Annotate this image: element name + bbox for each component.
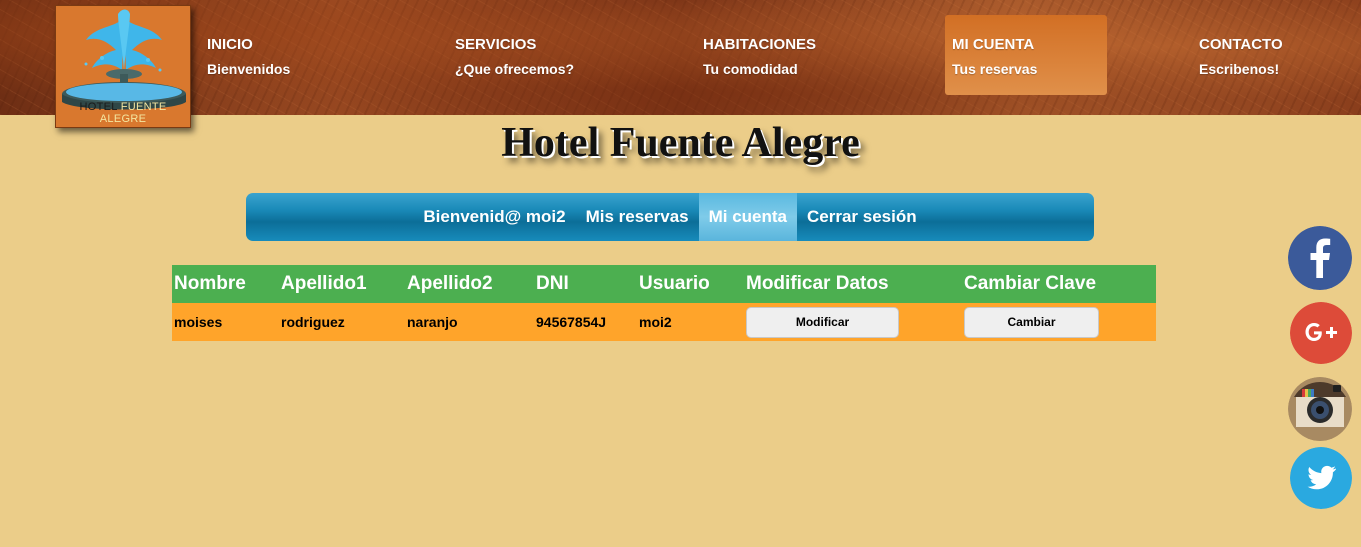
nav-title: HABITACIONES <box>703 36 817 53</box>
cell-apellido1: rodriguez <box>279 303 405 341</box>
twitter-icon[interactable] <box>1290 447 1352 509</box>
nav-item-servicios[interactable]: SERVICIOS ¿Que ofrecemos? <box>448 15 610 95</box>
mi-cuenta-link[interactable]: Mi cuenta <box>698 193 798 241</box>
google-plus-icon[interactable] <box>1290 302 1352 364</box>
nav-subtitle: Escribenos! <box>1199 61 1280 77</box>
cell-usuario: moi2 <box>637 303 744 341</box>
table-row: moises rodriguez naranjo 94567854J moi2 … <box>172 303 1156 341</box>
cell-modificar: Modificar <box>744 303 962 341</box>
welcome-link[interactable]: Bienvenid@ moi2 <box>413 193 575 241</box>
user-menu: Bienvenid@ moi2 Mis reservas Mi cuenta C… <box>246 193 1094 241</box>
nav-subtitle: Tus reservas <box>952 61 1038 77</box>
nav-title: SERVICIOS <box>455 36 537 53</box>
nav-item-mi-cuenta[interactable]: MI CUENTA Tus reservas <box>945 15 1107 95</box>
nav-subtitle: ¿Que ofrecemos? <box>455 61 575 77</box>
nav-subtitle: Bienvenidos <box>207 61 291 77</box>
header-nombre: Nombre <box>172 265 279 303</box>
instagram-icon[interactable] <box>1288 377 1352 441</box>
nav-title: INICIO <box>207 36 253 53</box>
cell-cambiar: Cambiar <box>962 303 1156 341</box>
nav-subtitle: Tu comodidad <box>703 61 798 77</box>
cell-nombre: moises <box>172 303 279 341</box>
cell-dni: 94567854J <box>534 303 637 341</box>
logo-text: HOTEL FUENTE ALEGRE <box>56 101 190 125</box>
account-table: Nombre Apellido1 Apellido2 DNI Usuario M… <box>172 265 1156 341</box>
nav-item-habitaciones[interactable]: HABITACIONES Tu comodidad <box>696 15 858 95</box>
logo-text-main: HOTEL <box>79 101 118 113</box>
header-apellido1: Apellido1 <box>279 265 405 303</box>
nav-title: MI CUENTA <box>952 36 1035 53</box>
nav-item-contacto[interactable]: CONTACTO Escribenos! <box>1192 15 1354 95</box>
nav-item-inicio[interactable]: INICIO Bienvenidos <box>200 15 362 95</box>
modificar-button[interactable]: Modificar <box>746 306 899 338</box>
cambiar-button[interactable]: Cambiar <box>964 306 1099 338</box>
hotel-logo[interactable]: HOTEL FUENTE ALEGRE <box>55 5 191 128</box>
facebook-icon[interactable] <box>1288 226 1352 290</box>
header-apellido2: Apellido2 <box>405 265 534 303</box>
nav-title: CONTACTO <box>1199 36 1283 53</box>
site-header: HOTEL FUENTE ALEGRE INICIO Bienvenidos SE… <box>0 0 1361 128</box>
cerrar-sesion-link[interactable]: Cerrar sesión <box>797 193 927 241</box>
mis-reservas-link[interactable]: Mis reservas <box>576 193 699 241</box>
page-title: Hotel Fuente Alegre <box>501 120 860 166</box>
header-modificar-datos: Modificar Datos <box>744 265 962 303</box>
header-cambiar-clave: Cambiar Clave <box>962 265 1156 303</box>
header-usuario: Usuario <box>637 265 744 303</box>
cell-apellido2: naranjo <box>405 303 534 341</box>
table-header-row: Nombre Apellido1 Apellido2 DNI Usuario M… <box>172 265 1156 303</box>
header-dni: DNI <box>534 265 637 303</box>
